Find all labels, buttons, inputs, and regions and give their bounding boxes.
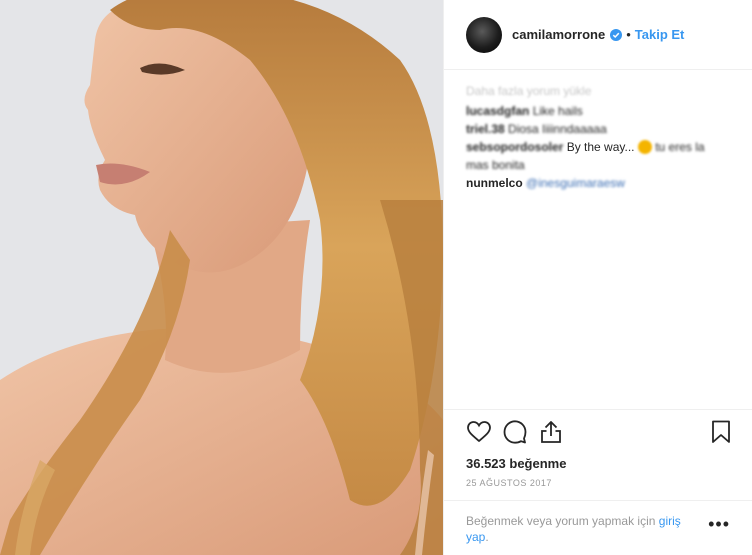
verified-badge-icon: [610, 28, 623, 41]
bookmark-icon: [712, 420, 730, 443]
follow-button[interactable]: Takip Et: [635, 27, 685, 42]
login-prompt-suffix: .: [485, 530, 489, 544]
comment-item: nunmelco @inesguimaraesw: [466, 174, 730, 192]
load-more-comments-link[interactable]: Daha fazla yorum yükle: [466, 82, 730, 100]
emoji-icon: [637, 140, 652, 154]
username-link[interactable]: camilamorrone: [512, 27, 605, 42]
comment-bubble-icon: [503, 420, 527, 444]
post-sidebar: camilamorrone • Takip Et Daha fazla yoru…: [443, 0, 752, 555]
post-header: camilamorrone • Takip Et: [444, 0, 752, 70]
comment-author[interactable]: sebsopordosoler: [466, 140, 563, 154]
comment-text: By the way...: [566, 140, 635, 154]
like-count[interactable]: 36.523 beğenme: [466, 456, 734, 471]
login-prompt-text: Beğenmek veya yorum yapmak için: [466, 514, 656, 528]
post-actions-area: 36.523 beğenme 25 AĞUSTOS 2017: [444, 409, 752, 488]
comment-author[interactable]: lucasdgfan: [466, 104, 529, 118]
comment-text: Like hails: [532, 104, 583, 118]
login-prompt: Beğenmek veya yorum yapmak için giriş ya…: [444, 500, 752, 555]
comment-text: Diosa Iiiinndaaaaa: [508, 122, 607, 136]
post-date[interactable]: 25 AĞUSTOS 2017: [466, 478, 734, 488]
instagram-post: camilamorrone • Takip Et Daha fazla yoru…: [0, 0, 752, 555]
comment-author[interactable]: nunmelco: [466, 176, 523, 190]
save-button[interactable]: [708, 419, 734, 445]
comment-item: sebsopordosoler By the way... tu eres la…: [466, 138, 730, 174]
share-upload-icon: [541, 421, 561, 443]
portrait-illustration: [0, 0, 443, 555]
action-bar: [466, 410, 734, 454]
like-button[interactable]: [466, 419, 492, 445]
comment-author[interactable]: triel.38: [466, 122, 505, 136]
heart-icon: [467, 421, 491, 443]
comment-item: lucasdgfan Like hails: [466, 102, 730, 120]
header-separator: •: [626, 27, 631, 42]
more-options-icon[interactable]: •••: [708, 515, 730, 533]
share-button[interactable]: [538, 419, 564, 445]
comment-mention-link[interactable]: @inesguimaraesw: [526, 176, 625, 190]
post-photo: [0, 0, 443, 555]
comment-button[interactable]: [502, 419, 528, 445]
comments-list: Daha fazla yorum yükle lucasdgfan Like h…: [444, 70, 752, 409]
comment-item: triel.38 Diosa Iiiinndaaaaa: [466, 120, 730, 138]
avatar[interactable]: [466, 16, 502, 53]
